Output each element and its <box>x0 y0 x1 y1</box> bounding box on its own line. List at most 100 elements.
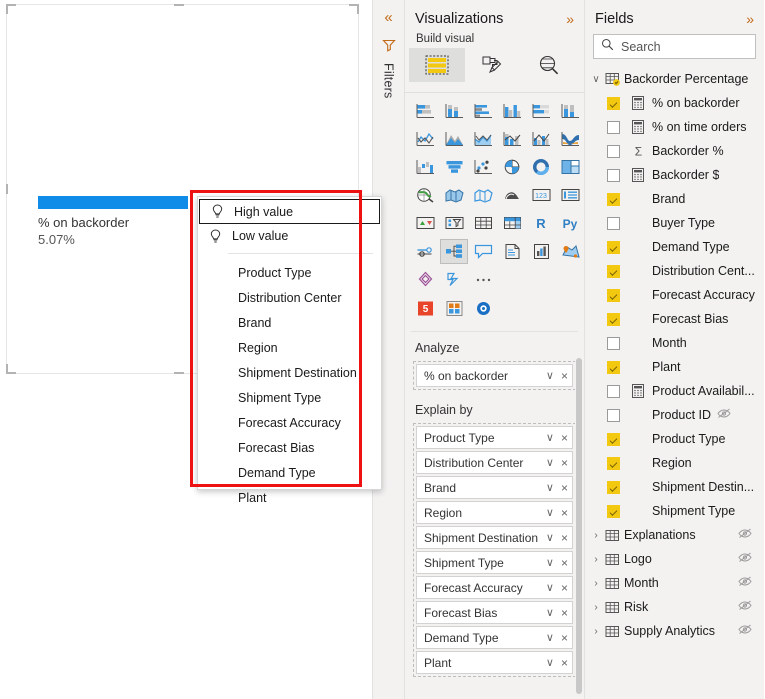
slicer-icon[interactable] <box>440 211 468 236</box>
chevron-down-icon[interactable]: ∨ <box>546 481 554 494</box>
field-shipment-destination[interactable]: Shipment Destin... <box>585 475 764 499</box>
stacked-area-chart-icon[interactable] <box>469 127 497 152</box>
more-options-icon[interactable] <box>469 267 497 292</box>
clustered-column-chart-icon[interactable] <box>498 99 526 124</box>
line-clustered-column-icon[interactable] <box>527 127 555 152</box>
custom-visuals-row[interactable]: 5 <box>405 296 584 325</box>
chevron-down-icon[interactable]: ∨ <box>546 656 554 669</box>
chevron-right-icon[interactable]: › <box>589 530 603 541</box>
chevron-down-icon[interactable]: ∨ <box>546 531 554 544</box>
checkbox-unchecked[interactable] <box>607 384 620 398</box>
treemap-icon[interactable] <box>556 155 584 180</box>
resize-handle-tl2[interactable] <box>6 4 8 14</box>
table-explanations[interactable]: › Explanations <box>585 523 764 547</box>
stacked-bar-chart-icon[interactable] <box>411 99 439 124</box>
remove-field-icon[interactable]: × <box>561 531 568 545</box>
explain-field-demand-type[interactable]: Demand Type ∨ × <box>416 626 573 649</box>
matrix-icon[interactable] <box>498 211 526 236</box>
table-icon[interactable] <box>469 211 497 236</box>
menu-item-forecast-bias[interactable]: Forecast Bias <box>198 435 381 460</box>
field-backorder-dollars[interactable]: Backorder $ <box>585 163 764 187</box>
field-plant[interactable]: Plant <box>585 355 764 379</box>
table-supply-analytics[interactable]: › Supply Analytics <box>585 619 764 643</box>
search-input[interactable]: Search <box>593 34 756 59</box>
remove-field-icon[interactable]: × <box>561 556 568 570</box>
chevron-right-icon[interactable]: › <box>589 626 603 637</box>
field-backorder-pct[interactable]: Σ Backorder % <box>585 139 764 163</box>
smart-narrative-icon[interactable] <box>498 239 526 264</box>
field-pct-on-backorder[interactable]: % on backorder <box>585 91 764 115</box>
area-chart-icon[interactable] <box>440 127 468 152</box>
visualizations-scrollbar[interactable] <box>575 350 583 698</box>
menu-item-product-type[interactable]: Product Type <box>198 260 381 285</box>
multi-row-card-icon[interactable] <box>556 183 584 208</box>
checkbox-checked[interactable] <box>607 480 620 494</box>
menu-item-distribution-center[interactable]: Distribution Center <box>198 285 381 310</box>
card-icon[interactable]: 123 <box>527 183 555 208</box>
chevron-right-icon[interactable]: › <box>589 554 603 565</box>
explain-by-well[interactable]: Product Type ∨ × Distribution Center ∨ ×… <box>413 423 576 677</box>
checkbox-unchecked[interactable] <box>607 144 620 158</box>
menu-item-brand[interactable]: Brand <box>198 310 381 335</box>
line-stacked-column-icon[interactable] <box>498 127 526 152</box>
scrollbar-thumb[interactable] <box>576 358 582 694</box>
checkbox-checked[interactable] <box>607 504 620 518</box>
resize-handle-bl2[interactable] <box>6 364 8 374</box>
key-influencers-context-menu[interactable]: High value Low value Product Type Distri… <box>197 196 382 505</box>
checkbox-checked[interactable] <box>607 240 620 254</box>
explain-field-brand[interactable]: Brand ∨ × <box>416 476 573 499</box>
menu-item-low-value[interactable]: Low value <box>198 224 381 248</box>
checkbox-unchecked[interactable] <box>607 120 620 134</box>
checkbox-checked[interactable] <box>607 192 620 206</box>
field-region[interactable]: Region <box>585 451 764 475</box>
analyze-field-pill[interactable]: % on backorder ∨ × <box>416 364 573 387</box>
waterfall-chart-icon[interactable] <box>411 155 439 180</box>
q-and-a-icon[interactable] <box>469 239 497 264</box>
power-apps-icon[interactable] <box>411 267 439 292</box>
build-visual-tab[interactable] <box>409 48 465 91</box>
explain-field-distribution-center[interactable]: Distribution Center ∨ × <box>416 451 573 474</box>
remove-field-icon[interactable]: × <box>561 656 568 670</box>
remove-field-icon[interactable]: × <box>561 506 568 520</box>
chevron-right-icon[interactable]: › <box>589 578 603 589</box>
explain-field-product-type[interactable]: Product Type ∨ × <box>416 426 573 449</box>
menu-item-region[interactable]: Region <box>198 335 381 360</box>
checkbox-unchecked[interactable] <box>607 336 620 350</box>
power-automate-icon[interactable] <box>440 267 468 292</box>
build-visual-tabs[interactable] <box>405 48 584 91</box>
remove-field-icon[interactable]: × <box>561 606 568 620</box>
checkbox-unchecked[interactable] <box>607 168 620 182</box>
scatter-chart-icon[interactable] <box>469 155 497 180</box>
resize-handle-bc[interactable] <box>174 372 184 374</box>
field-forecast-accuracy[interactable]: Forecast Accuracy <box>585 283 764 307</box>
gauge-icon[interactable] <box>411 239 439 264</box>
line-chart-icon[interactable] <box>411 127 439 152</box>
filter-icon[interactable] <box>381 38 396 57</box>
remove-field-icon[interactable]: × <box>561 369 568 383</box>
pie-chart-icon[interactable] <box>498 155 526 180</box>
html-viewer-icon[interactable]: 5 <box>411 296 439 321</box>
funnel-chart-icon[interactable] <box>440 155 468 180</box>
clustered-bar-chart-icon[interactable] <box>469 99 497 124</box>
checkbox-unchecked[interactable] <box>607 408 620 422</box>
table-risk[interactable]: › Risk <box>585 595 764 619</box>
chevron-down-icon[interactable]: ∨ <box>546 606 554 619</box>
checkbox-checked[interactable] <box>607 360 620 374</box>
explain-field-forecast-accuracy[interactable]: Forecast Accuracy ∨ × <box>416 576 573 599</box>
visual-type-gallery[interactable]: 123 R Py <box>405 93 584 296</box>
table-backorder-percentage[interactable]: ∨ Backorder Percentage <box>585 67 764 91</box>
visualizations-pane[interactable]: Visualizations » Build visual 123 R Py 5… <box>405 0 585 699</box>
menu-item-demand-type[interactable]: Demand Type <box>198 460 381 485</box>
checkbox-checked[interactable] <box>607 432 620 446</box>
table-logo[interactable]: › Logo <box>585 547 764 571</box>
resize-handle-tr2[interactable] <box>357 4 359 14</box>
azure-map-icon[interactable] <box>498 183 526 208</box>
shape-map-icon[interactable] <box>469 183 497 208</box>
python-visual-icon[interactable]: Py <box>556 211 584 236</box>
arcgis-maps-icon[interactable] <box>556 239 584 264</box>
checkbox-checked[interactable] <box>607 288 620 302</box>
field-month[interactable]: Month <box>585 331 764 355</box>
field-product-type[interactable]: Product Type <box>585 427 764 451</box>
stacked-column-chart-icon[interactable] <box>440 99 468 124</box>
field-brand[interactable]: Brand <box>585 187 764 211</box>
